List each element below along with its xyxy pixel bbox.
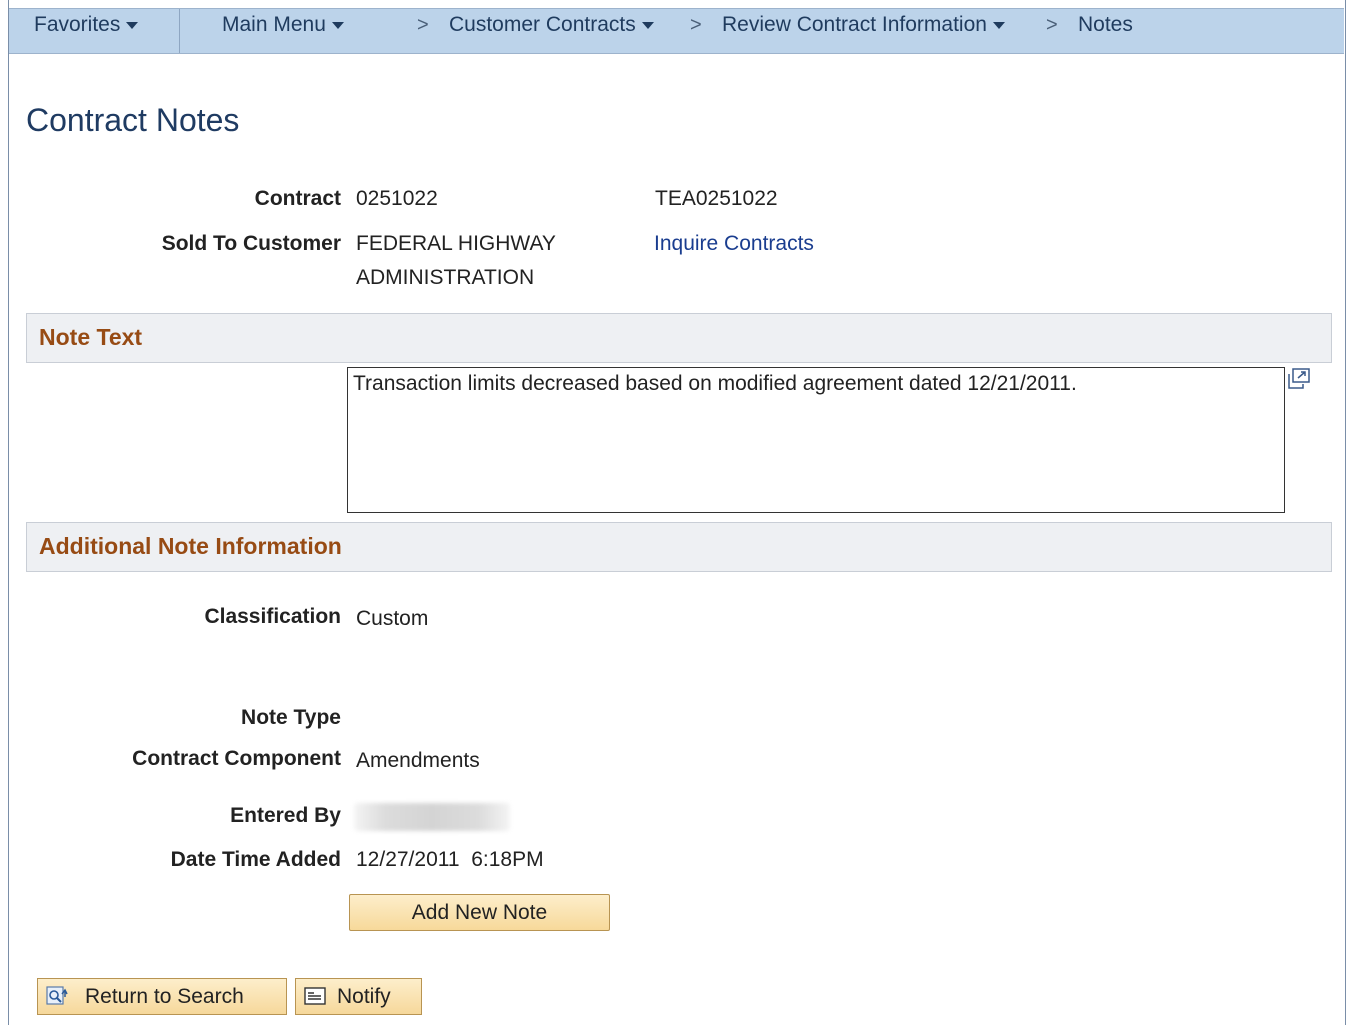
add-new-note-button[interactable]: Add New Note bbox=[349, 894, 610, 931]
notes-breadcrumb[interactable]: Notes bbox=[1078, 13, 1133, 37]
breadcrumb-separator: > bbox=[690, 14, 702, 36]
return-to-search-label: Return to Search bbox=[85, 985, 244, 1008]
expand-text-icon[interactable] bbox=[1287, 368, 1311, 390]
customer-contracts-menu[interactable]: Customer Contracts bbox=[449, 13, 654, 37]
customer-contracts-label: Customer Contracts bbox=[449, 13, 636, 36]
note-text-section-title: Note Text bbox=[39, 324, 143, 350]
classification-value: Custom bbox=[356, 607, 429, 630]
entered-by-label: Entered By bbox=[230, 804, 341, 827]
breadcrumb-separator: > bbox=[1046, 14, 1058, 36]
nav-divider bbox=[179, 9, 180, 53]
contract-component-label: Contract Component bbox=[132, 747, 341, 770]
favorites-menu[interactable]: Favorites bbox=[34, 13, 139, 37]
additional-info-section-header: Additional Note Information bbox=[26, 522, 1332, 572]
sold-to-line1: FEDERAL HIGHWAY bbox=[356, 232, 556, 255]
review-contract-menu[interactable]: Review Contract Information bbox=[722, 13, 1005, 37]
chevron-down-icon bbox=[992, 21, 1005, 29]
note-text-value: Transaction limits decreased based on mo… bbox=[353, 372, 1077, 395]
notify-icon bbox=[304, 987, 326, 1005]
note-type-label: Note Type bbox=[241, 706, 341, 729]
note-text-section-header: Note Text bbox=[26, 313, 1332, 363]
return-to-search-button[interactable]: Return to Search bbox=[37, 978, 287, 1015]
sold-to-label: Sold To Customer bbox=[161, 232, 341, 255]
search-return-icon bbox=[46, 986, 68, 1005]
notify-button[interactable]: Notify bbox=[295, 978, 422, 1015]
breadcrumb-separator: > bbox=[417, 14, 429, 36]
sold-to-line2: ADMINISTRATION bbox=[356, 266, 535, 289]
date-time-added-label: Date Time Added bbox=[170, 848, 341, 871]
page-title: Contract Notes bbox=[26, 102, 240, 138]
chevron-down-icon bbox=[126, 21, 139, 29]
contract-label: Contract bbox=[254, 187, 341, 210]
entered-by-redacted bbox=[354, 803, 510, 831]
inquire-contracts-link[interactable]: Inquire Contracts bbox=[654, 232, 814, 256]
notes-label: Notes bbox=[1078, 13, 1133, 36]
main-menu[interactable]: Main Menu bbox=[222, 13, 344, 37]
contract-description: TEA0251022 bbox=[655, 187, 778, 210]
chevron-down-icon bbox=[331, 21, 344, 29]
contract-component-value: Amendments bbox=[356, 749, 480, 772]
classification-label: Classification bbox=[204, 605, 341, 628]
breadcrumb-nav: Favorites Main Menu > Customer Contracts… bbox=[9, 8, 1344, 54]
favorites-label: Favorites bbox=[34, 13, 121, 36]
review-contract-label: Review Contract Information bbox=[722, 13, 987, 36]
main-menu-label: Main Menu bbox=[222, 13, 326, 36]
note-text-area[interactable]: Transaction limits decreased based on mo… bbox=[347, 367, 1285, 513]
date-time-added-value: 12/27/2011 6:18PM bbox=[356, 848, 544, 871]
chevron-down-icon bbox=[641, 21, 654, 29]
notify-label: Notify bbox=[337, 985, 391, 1008]
additional-info-section-title: Additional Note Information bbox=[39, 533, 342, 559]
contract-value: 0251022 bbox=[356, 187, 438, 210]
